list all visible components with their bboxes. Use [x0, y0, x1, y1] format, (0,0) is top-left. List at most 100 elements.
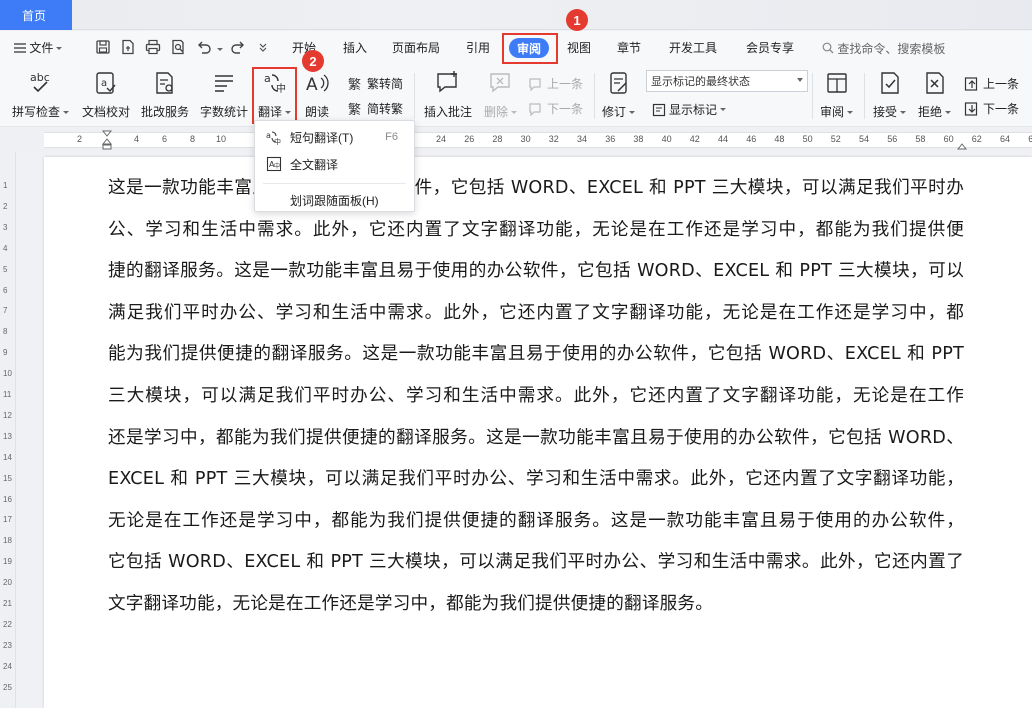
tab-insert[interactable]: 插入 [343, 39, 367, 56]
document-line: 公、学习和生活中需求。此外，它还内置了文字翻译功能，无论是在工作还是学习中，都能… [108, 219, 964, 240]
doc-proof-icon: a [93, 69, 119, 97]
menu-item-full-translate[interactable]: A中 全文翻译 [255, 151, 414, 177]
svg-text:中: 中 [274, 162, 280, 170]
document-line: 它包括 WORD、EXCEL 和 PPT 三大模块，可以满足我们平时办公、学习和… [108, 552, 964, 573]
vertical-ruler-tick: 15 [3, 473, 12, 483]
ruler-tick: 54 [859, 134, 870, 144]
customize-toolbar-icon[interactable] [258, 39, 276, 57]
ruler-tick: 36 [605, 134, 616, 144]
file-menu[interactable]: 文件 [14, 39, 63, 56]
vertical-ruler-tick: 16 [3, 494, 12, 504]
vertical-ruler-tick: 21 [3, 599, 12, 608]
next-comment-button[interactable]: 下一条 [528, 100, 583, 117]
ruler-tick: 34 [577, 134, 588, 144]
reject-button[interactable]: 拒绝 [918, 69, 952, 120]
vertical-ruler-tick: 23 [3, 640, 12, 650]
spellcheck-button[interactable]: abc 拼写检查 [12, 69, 70, 120]
ruler-tick: 32 [548, 134, 559, 144]
ruler-tick: 30 [520, 134, 531, 144]
svg-text:中: 中 [274, 137, 281, 145]
document-body[interactable]: 这是一款功能丰富且易于使用的办公软件，它包括 WORD、EXCEL 和 PPT … [108, 168, 964, 626]
word-count-button[interactable]: 字数统计 [200, 69, 248, 120]
print-preview-icon[interactable] [170, 39, 188, 57]
show-markup-button[interactable]: 显示标记 [652, 101, 727, 118]
search-icon [822, 42, 834, 57]
svg-text:a: a [101, 78, 107, 89]
ribbon-divider [594, 73, 595, 119]
trad-to-simp-button[interactable]: 繁 繁转简 [348, 75, 403, 92]
revise-service-button[interactable]: 批改服务 [141, 69, 189, 120]
trad-to-simp-icon: 繁 [348, 77, 361, 92]
accept-button[interactable]: 接受 [873, 69, 907, 120]
ruler-tick: 10 [216, 134, 227, 144]
undo-icon[interactable] [196, 39, 214, 57]
tab-member[interactable]: 会员专享 [746, 39, 794, 56]
tab-developer[interactable]: 开发工具 [669, 39, 717, 56]
review-pane-button[interactable]: 审阅 [820, 69, 854, 120]
translate-dropdown-menu: a中 短句翻译(T) F6 A中 全文翻译 划词跟随面板(H) [254, 120, 415, 212]
vertical-ruler-tick: 3 [3, 222, 8, 232]
document-line: 还是学习中，都能为我们提供便捷的翻译服务。这是一款功能丰富且易于使用的办公软件，… [108, 427, 964, 448]
redo-icon[interactable] [230, 39, 248, 57]
markup-state-select[interactable]: 显示标记的最终状态 [646, 70, 808, 92]
tab-home[interactable]: 首页 [0, 0, 72, 30]
vertical-ruler-tick: 19 [3, 557, 12, 567]
ruler-tick: 8 [190, 134, 196, 144]
vertical-ruler-tick: 25 [3, 682, 12, 692]
indent-marker-icon[interactable] [101, 130, 113, 150]
document-line: 能为我们提供便捷的翻译服务。这是一款功能丰富且易于使用的办公软件，它包括 WOR… [108, 344, 964, 365]
tab-bar: 首页 [0, 0, 1032, 30]
ruler-tick: 42 [689, 134, 700, 144]
export-pdf-icon[interactable] [120, 39, 138, 57]
ruler-tick: 58 [915, 134, 926, 144]
review-pane-icon [824, 69, 850, 97]
delete-comment-button[interactable]: 删除 [484, 69, 518, 120]
ribbon-divider [414, 73, 415, 119]
ruler-tick: 44 [718, 134, 729, 144]
svg-text:A: A [306, 75, 318, 95]
document-line: 捷的翻译服务。这是一款功能丰富且易于使用的办公软件，它包括 WORD、EXCEL… [108, 261, 964, 282]
command-search[interactable]: 查找命令、搜索模板 [822, 40, 945, 57]
tab-page-layout[interactable]: 页面布局 [392, 39, 440, 56]
insert-comment-button[interactable]: 插入批注 [424, 69, 472, 120]
prev-comment-button[interactable]: 上一条 [528, 75, 583, 92]
highlight-review-tab [502, 33, 558, 64]
prev-change-button[interactable]: 上一条 [964, 75, 1019, 92]
ruler-tick: 48 [774, 134, 785, 144]
ruler-tick: 28 [492, 134, 503, 144]
vertical-ruler-tick: 9 [3, 348, 8, 358]
menu-item-follow-panel[interactable]: 划词跟随面板(H) [255, 187, 414, 213]
short-translate-icon: a中 [265, 128, 283, 146]
menu-divider [263, 183, 406, 184]
doc-proof-button[interactable]: a 文档校对 [82, 69, 130, 120]
show-markup-icon [652, 103, 666, 116]
ruler-tick: 40 [661, 134, 672, 144]
vertical-ruler-tick: 12 [3, 410, 12, 420]
ribbon-divider [812, 73, 813, 119]
vertical-ruler-tick: 4 [3, 243, 8, 253]
vertical-ruler-tick: 18 [3, 536, 12, 546]
document-line: 这是一款功能丰富且易于使用的办公软件，它包括 WORD、EXCEL 和 PPT … [108, 178, 964, 198]
tab-references[interactable]: 引用 [466, 39, 490, 56]
vertical-ruler-tick: 6 [3, 285, 8, 295]
tab-view[interactable]: 视图 [567, 39, 591, 56]
print-icon[interactable] [145, 39, 163, 57]
document-line: 无论是在工作还是学习中，都能为我们提供便捷的翻译服务。这是一款功能丰富且易于使用… [108, 510, 964, 531]
tab-section[interactable]: 章节 [617, 39, 641, 56]
ruler-tick: 56 [887, 134, 898, 144]
read-aloud-button[interactable]: A 朗读 [304, 69, 330, 120]
right-indent-marker-icon[interactable] [956, 139, 968, 150]
highlight-translate-button [252, 67, 297, 124]
read-aloud-icon: A [304, 69, 330, 97]
track-changes-icon [606, 69, 632, 97]
ruler-tick: 4 [134, 134, 140, 144]
track-changes-button[interactable]: 修订 [602, 69, 636, 120]
horizontal-ruler[interactable] [0, 128, 1032, 152]
accept-icon [877, 69, 903, 97]
vertical-ruler-tick: 17 [3, 515, 12, 525]
menu-item-short-translate[interactable]: a中 短句翻译(T) F6 [255, 124, 414, 150]
next-change-button[interactable]: 下一条 [964, 100, 1019, 117]
vertical-ruler-tick: 1 [3, 181, 8, 190]
save-icon[interactable] [95, 39, 113, 57]
simp-to-trad-button[interactable]: 繁 简转繁 [348, 100, 403, 117]
